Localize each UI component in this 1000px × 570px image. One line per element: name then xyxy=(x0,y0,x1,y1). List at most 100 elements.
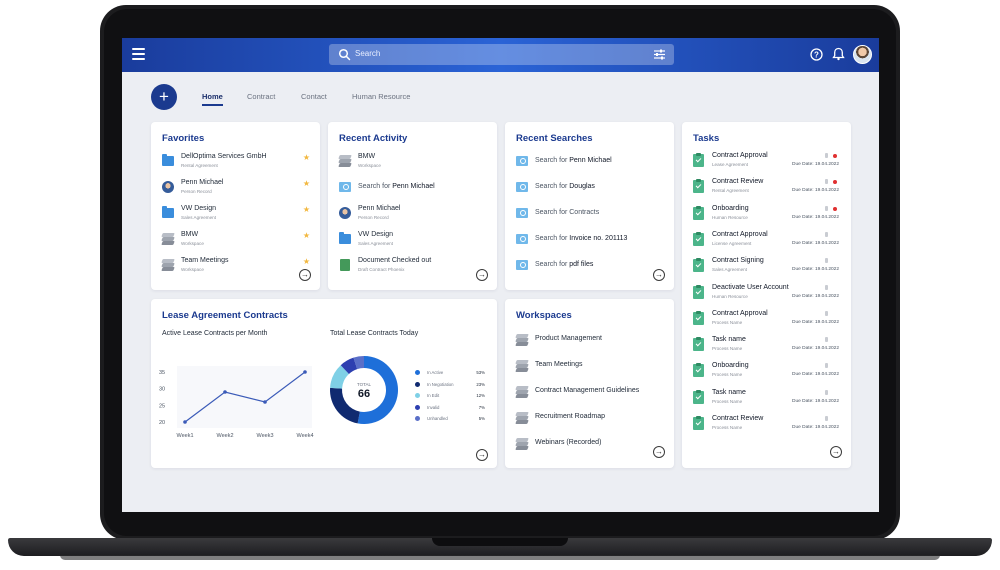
activity-item[interactable]: BMW Workspace xyxy=(338,152,487,174)
searches-more-button[interactable]: → xyxy=(653,269,665,281)
clipboard-icon xyxy=(693,310,705,325)
task-item[interactable]: Contract Signing Sales Agreement Due Date:… xyxy=(693,255,841,279)
item-title: Search for Contracts xyxy=(535,209,600,216)
clipboard-icon xyxy=(693,179,705,194)
workspaces-more-button[interactable]: → xyxy=(653,446,665,458)
task-title: Task name xyxy=(712,336,746,344)
legend-item: In Edit 12% xyxy=(415,391,485,401)
favorite-item[interactable]: BMW Workspace ★ xyxy=(161,230,310,252)
favorites-title: Favorites xyxy=(162,133,205,144)
star-icon[interactable]: ★ xyxy=(303,153,310,162)
stack-icon xyxy=(161,259,175,271)
task-due-date: Due Date: 19.04.2022 xyxy=(792,214,839,220)
task-item[interactable]: Onboarding Human Resource Due Date: 19.04.… xyxy=(693,203,841,227)
user-avatar[interactable] xyxy=(853,45,872,64)
item-subtitle: Workspace xyxy=(181,241,204,246)
recent-searches-card: Recent Searches Search for Penn Michael … xyxy=(505,122,674,290)
tab-home[interactable]: Home xyxy=(202,92,223,106)
item-subtitle: Workspace xyxy=(358,163,381,168)
search-item[interactable]: Search for pdf files xyxy=(516,256,664,278)
activity-item[interactable]: Search for Penn Michael xyxy=(339,178,487,200)
tasks-title: Tasks xyxy=(693,133,720,144)
task-due-date: Due Date: 19.04.2022 xyxy=(792,293,839,299)
workspace-item[interactable]: Contract Management Guidelines xyxy=(515,383,664,401)
star-icon[interactable]: ★ xyxy=(303,179,310,188)
tab-contract[interactable]: Contract xyxy=(247,92,275,101)
favorite-item[interactable]: Team Meetings Workspace ★ xyxy=(161,256,310,278)
task-item[interactable]: Onboarding Process Name Due Date: 19.04.20… xyxy=(693,360,841,384)
task-item[interactable]: Contract Approval Lease Agreement Due Date… xyxy=(693,150,841,174)
clipboard-icon xyxy=(693,337,705,352)
activity-item[interactable]: Document Checked out Draft Contract Phoe… xyxy=(339,256,487,278)
attachment-icon xyxy=(825,231,828,237)
search-input[interactable]: Search xyxy=(329,44,674,65)
item-subtitle: Person Record xyxy=(181,189,212,194)
data-point xyxy=(303,370,307,374)
item-title: VW Design xyxy=(358,231,394,238)
task-item[interactable]: Task name Process Name Due Date: 19.04.202… xyxy=(693,387,841,411)
clipboard-icon xyxy=(693,205,705,220)
star-icon[interactable]: ★ xyxy=(303,205,310,214)
task-item[interactable]: Contract Approval License Agreement Due Da… xyxy=(693,229,841,253)
legend-item: In Negotiation 23% xyxy=(415,380,485,390)
bell-icon[interactable] xyxy=(832,47,845,61)
favorite-item[interactable]: Penn Michael Person Record ★ xyxy=(162,178,310,200)
task-item[interactable]: Deactivate User Account Human Resource Due… xyxy=(693,282,841,306)
legend-label: In Negotiation xyxy=(427,381,454,387)
workspace-item[interactable]: Team Meetings xyxy=(515,357,664,375)
item-title: Search for pdf files xyxy=(535,261,594,268)
tab-contact[interactable]: Contact xyxy=(301,92,327,101)
favorite-item[interactable]: VW Design Sales Agreement ★ xyxy=(162,204,310,226)
task-due-date: Due Date: 19.04.2022 xyxy=(792,240,839,246)
attachment-icon xyxy=(825,337,828,343)
legend-item: Invalid 7% xyxy=(415,403,485,413)
task-item[interactable]: Contract Review Rental Agreement Due Date:… xyxy=(693,176,841,200)
filter-icon[interactable] xyxy=(653,48,666,61)
menu-icon[interactable] xyxy=(132,48,145,61)
task-item[interactable]: Contract Approval Process Name Due Date: 1… xyxy=(693,308,841,332)
priority-dot-icon xyxy=(833,154,837,158)
legend-item: In Active 53% xyxy=(415,368,485,378)
donut-chart: TOTAL66 xyxy=(330,356,398,424)
search-item[interactable]: Search for Douglas xyxy=(516,178,664,200)
tab-human-resource[interactable]: Human Resource xyxy=(352,92,410,101)
task-item[interactable]: Contract Review Process Name Due Date: 19.… xyxy=(693,413,841,437)
lease-more-button[interactable]: → xyxy=(476,449,488,461)
favorites-more-button[interactable]: → xyxy=(299,269,311,281)
item-title: Penn Michael xyxy=(181,179,224,186)
recent-activity-title: Recent Activity xyxy=(339,133,408,144)
task-item[interactable]: Task name Process Name Due Date: 19.04.202… xyxy=(693,334,841,358)
item-title: Search for Invoice no. 201113 xyxy=(535,235,628,242)
star-icon[interactable]: ★ xyxy=(303,231,310,240)
stack-icon xyxy=(515,386,529,398)
tasks-more-button[interactable]: → xyxy=(830,446,842,458)
item-title: Document Checked out xyxy=(358,257,432,264)
search-folder-icon xyxy=(516,233,528,245)
person-icon xyxy=(162,181,174,193)
task-title: Contract Approval xyxy=(712,152,768,159)
star-icon[interactable]: ★ xyxy=(303,257,310,266)
y-tick-label: 25 xyxy=(159,403,165,409)
search-folder-icon xyxy=(516,155,528,167)
activity-item[interactable]: VW Design Sales Agreement xyxy=(339,230,487,252)
laptop-notch xyxy=(432,538,568,546)
help-icon[interactable]: ? xyxy=(810,48,823,61)
donut-legend: In Active 53% In Negotiation 23% In Edit 12% I… xyxy=(415,368,485,428)
workspace-item[interactable]: Recruitment Roadmap xyxy=(515,409,664,427)
folder-icon xyxy=(162,206,174,219)
search-item[interactable]: Search for Contracts xyxy=(516,204,664,226)
favorite-item[interactable]: DellOptima Services GmbH Rental Agreemen… xyxy=(162,152,310,174)
activity-more-button[interactable]: → xyxy=(476,269,488,281)
workspace-item[interactable]: Webinars (Recorded) xyxy=(515,435,664,453)
task-subtitle: Sales Agreement xyxy=(712,267,747,273)
task-subtitle: Process Name xyxy=(712,319,743,325)
activity-item[interactable]: Penn Michael Person Record xyxy=(339,204,487,226)
item-subtitle: Sales Agreement xyxy=(358,241,393,246)
legend-swatch xyxy=(415,370,420,375)
add-button[interactable]: + xyxy=(151,84,177,110)
search-item[interactable]: Search for Invoice no. 201113 xyxy=(516,230,664,252)
workspace-item[interactable]: Product Management xyxy=(515,331,664,349)
item-title: Product Management xyxy=(535,335,602,342)
top-bar: Search ? xyxy=(122,38,879,72)
search-item[interactable]: Search for Penn Michael xyxy=(516,152,664,174)
